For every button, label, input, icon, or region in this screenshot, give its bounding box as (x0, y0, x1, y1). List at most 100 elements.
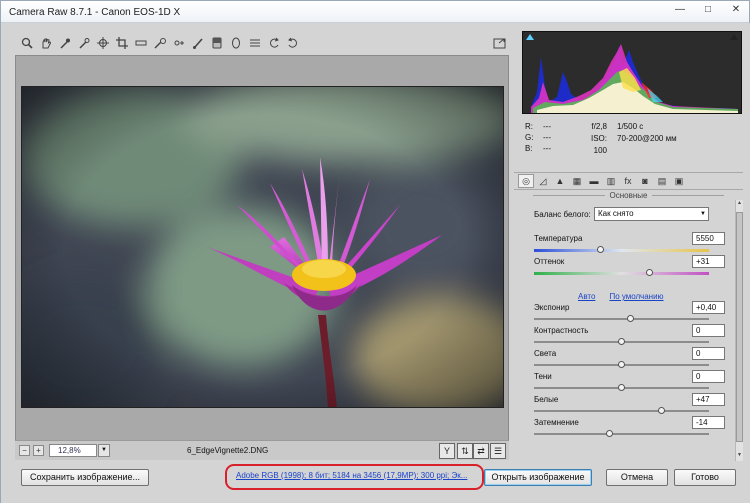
slider-value-field[interactable]: -14 (692, 416, 725, 429)
tab-hsl-icon[interactable]: ▦ (569, 174, 585, 188)
slider-3[interactable]: Экспонир +0,40 (534, 301, 725, 327)
tab-snapshots-icon[interactable]: ▣ (671, 174, 687, 188)
hand-icon[interactable] (38, 35, 54, 51)
preview-status-bar: − + 12,8% ▼ 6_EdgeVignette2.DNG Y ⇅ ⇄ ☰ (15, 440, 509, 460)
slider-track[interactable] (534, 272, 709, 275)
toggle-settings-icon[interactable]: ☰ (490, 443, 506, 459)
slider-track[interactable] (534, 249, 709, 252)
zoom-out-button[interactable]: − (19, 445, 30, 456)
panel-scrollbar[interactable]: ▲ ▼ (735, 200, 743, 461)
slider-label: Белые (534, 395, 559, 404)
slider-thumb[interactable] (618, 338, 625, 345)
slider-label: Затемнение (534, 418, 579, 427)
slider-8[interactable]: Затемнение -14 (534, 416, 725, 442)
tab-camera-calibration-icon[interactable]: ◙ (637, 174, 653, 188)
tab-detail-icon[interactable]: ▲ (552, 174, 568, 188)
slider-thumb[interactable] (597, 246, 604, 253)
slider-value-field[interactable]: +0,40 (692, 301, 725, 314)
g-label: G: (525, 133, 534, 142)
r-value: --- (543, 122, 551, 131)
zoom-dropdown-button[interactable]: ▼ (98, 444, 110, 457)
slider-value-field[interactable]: +47 (692, 393, 725, 406)
slider-track[interactable] (534, 410, 709, 412)
window-controls: — □ ✕ (673, 4, 743, 15)
tab-effects-icon[interactable]: fx (620, 174, 636, 188)
slider-value-field[interactable]: 0 (692, 347, 725, 360)
fullscreen-icon[interactable] (491, 35, 507, 51)
slider-thumb[interactable] (626, 315, 634, 322)
r-label: R: (525, 122, 533, 131)
color-sampler-icon[interactable] (76, 35, 92, 51)
open-image-button[interactable]: Открыть изображение (484, 469, 592, 486)
white-balance-icon[interactable] (57, 35, 73, 51)
slider-thumb[interactable] (618, 361, 625, 368)
tab-tone-curve-icon[interactable]: ◿ (535, 174, 551, 188)
image-preview-area[interactable] (15, 55, 509, 460)
slider-label: Контрастность (534, 326, 589, 335)
graduated-filter-icon[interactable] (209, 35, 225, 51)
slider-value-field[interactable]: 5550 (692, 232, 725, 245)
maximize-icon[interactable]: □ (701, 4, 715, 15)
white-balance-row: Баланс белого: Как снято (534, 207, 734, 221)
slider-track[interactable] (534, 318, 709, 320)
rotate-left-icon[interactable] (266, 35, 282, 51)
swap-settings-icon[interactable]: ⇅ (457, 443, 473, 459)
pixel-readout: R: --- G: --- B: --- f/2,8 1/500 c ISO: 100 7… (522, 115, 742, 169)
scroll-up-icon[interactable]: ▲ (736, 200, 743, 209)
targeted-adjustment-icon[interactable] (95, 35, 111, 51)
tab-split-toning-icon[interactable]: ▬ (586, 174, 602, 188)
slider-2[interactable]: Оттенок +31 (534, 255, 725, 281)
photo-preview[interactable] (21, 86, 504, 408)
crop-icon[interactable] (114, 35, 130, 51)
zoom-in-button[interactable]: + (33, 445, 44, 456)
default-link[interactable]: По умолчанию (609, 292, 663, 301)
shutter-speed: 1/500 c (617, 122, 644, 131)
workflow-options-link[interactable]: Adobe RGB (1998); 8 бит; 5184 на 3456 (1… (236, 471, 478, 483)
adjustment-brush-icon[interactable] (190, 35, 206, 51)
straighten-icon[interactable] (133, 35, 149, 51)
radial-filter-icon[interactable] (228, 35, 244, 51)
done-button[interactable]: Готово (674, 469, 736, 486)
white-balance-select[interactable]: Как снято (594, 207, 709, 221)
slider-label: Тени (534, 372, 552, 381)
cancel-button[interactable]: Отмена (606, 469, 668, 486)
b-value: --- (543, 144, 551, 153)
close-icon[interactable]: ✕ (729, 4, 743, 15)
b-label: B: (525, 144, 533, 153)
slider-thumb[interactable] (646, 269, 653, 276)
slider-thumb[interactable] (605, 430, 613, 437)
slider-6[interactable]: Тени 0 (534, 370, 725, 396)
scroll-down-icon[interactable]: ▼ (736, 452, 743, 461)
main-area: − + 12,8% ▼ 6_EdgeVignette2.DNG Y ⇅ ⇄ ☰ (1, 23, 750, 503)
spot-removal-icon[interactable] (152, 35, 168, 51)
before-after-view-icon[interactable]: Y (439, 443, 455, 459)
slider-7[interactable]: Белые +47 (534, 393, 725, 419)
slider-4[interactable]: Контрастность 0 (534, 324, 725, 350)
tab-presets-icon[interactable]: ▤ (654, 174, 670, 188)
minimize-icon[interactable]: — (673, 4, 687, 15)
auto-default-links: Авто По умолчанию (578, 292, 718, 301)
slider-value-field[interactable]: +31 (692, 255, 725, 268)
slider-1[interactable]: Температура 5550 (534, 232, 725, 258)
tab-basic-icon[interactable]: ◎ (518, 174, 534, 188)
zoom-level-field[interactable]: 12,8% (49, 444, 97, 457)
rotate-right-icon[interactable] (285, 35, 301, 51)
rgb-values: R: --- G: --- B: --- (525, 121, 561, 154)
slider-value-field[interactable]: 0 (692, 370, 725, 383)
auto-link[interactable]: Авто (578, 292, 595, 301)
save-image-button[interactable]: Сохранить изображение... (21, 469, 149, 486)
slider-track[interactable] (534, 433, 709, 435)
adjustments-panel: R: --- G: --- B: --- f/2,8 1/500 c ISO: 100 7… (514, 29, 743, 461)
slider-thumb[interactable] (658, 407, 666, 414)
zoom-icon[interactable] (19, 35, 35, 51)
slider-thumb[interactable] (618, 384, 625, 391)
copy-settings-icon[interactable]: ⇄ (473, 443, 489, 459)
camera-info: f/2,8 1/500 c ISO: 100 70-200@200 мм (579, 121, 677, 157)
tab-lens-corrections-icon[interactable]: ▥ (603, 174, 619, 188)
preferences-icon[interactable] (247, 35, 263, 51)
slider-value-field[interactable]: 0 (692, 324, 725, 337)
slider-5[interactable]: Света 0 (534, 347, 725, 373)
red-eye-icon[interactable] (171, 35, 187, 51)
scroll-thumb[interactable] (736, 212, 743, 442)
histogram (522, 31, 742, 114)
